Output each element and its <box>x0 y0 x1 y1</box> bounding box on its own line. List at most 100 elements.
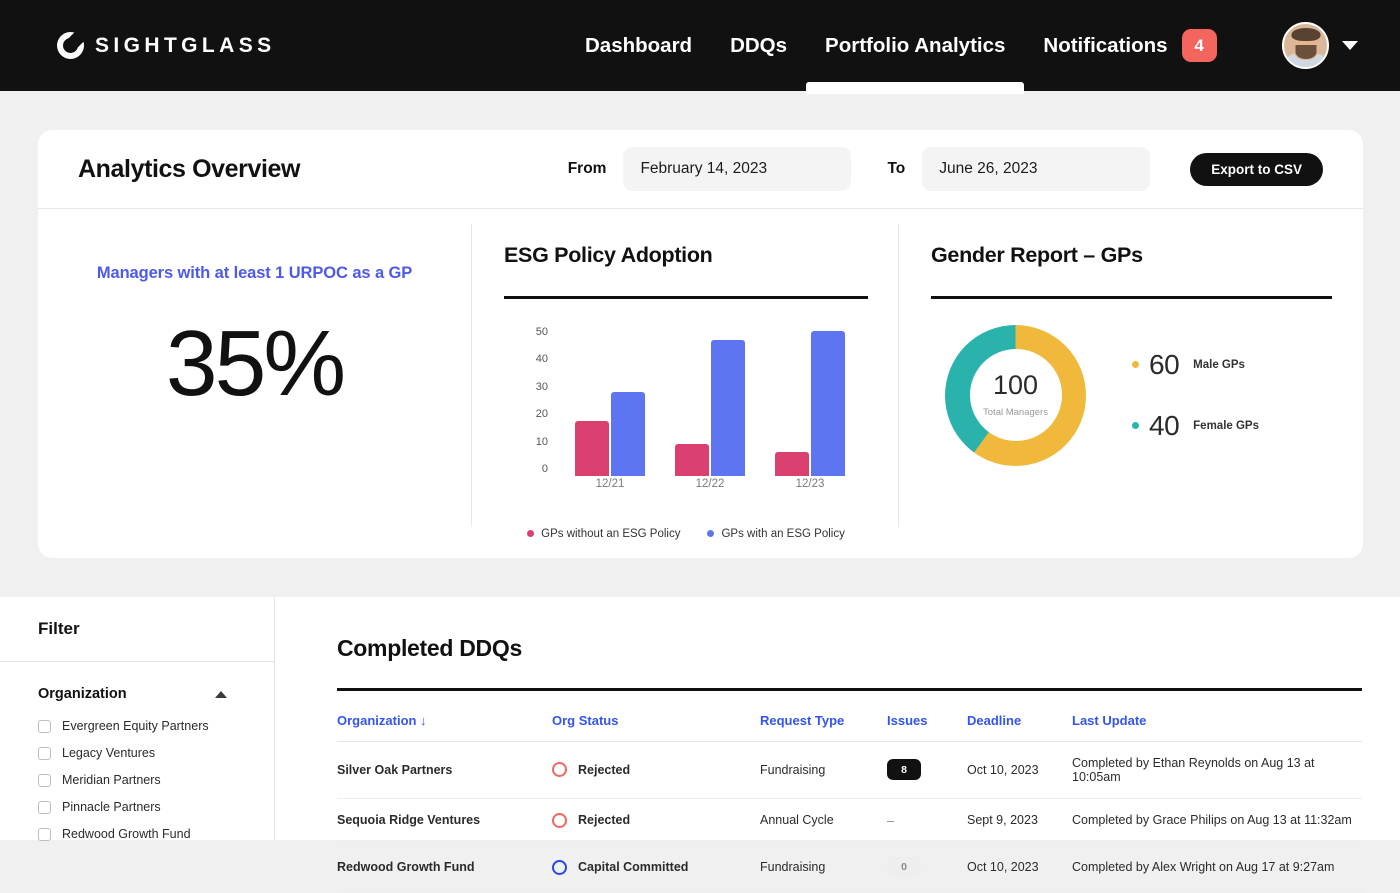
esg-y-axis: 50 40 30 20 10 0 <box>522 326 548 476</box>
bar <box>611 392 645 476</box>
y-tick: 40 <box>522 353 548 365</box>
filter-option-row[interactable]: Meridian Partners <box>38 773 254 787</box>
bar <box>711 340 745 476</box>
filter-option-row[interactable]: Redwood Growth Fund <box>38 827 254 841</box>
filter-sidebar: Filter Organization Evergreen Equity Par… <box>0 597 275 840</box>
x-tick: 12/21 <box>574 478 646 490</box>
legend-item-female: 40 Female GPs <box>1132 412 1259 440</box>
column-header-request-type[interactable]: Request Type <box>760 691 887 742</box>
status-badge: Rejected <box>552 813 760 828</box>
filter-option-label: Meridian Partners <box>62 773 161 787</box>
filter-option-label: Legacy Ventures <box>62 746 155 760</box>
sightglass-aperture-icon <box>57 32 84 59</box>
filter-option-label: Redwood Growth Fund <box>62 827 191 841</box>
user-menu[interactable] <box>1282 0 1358 91</box>
donut-area: 100 Total Managers 60 Male GPs 40 Female… <box>931 325 1332 466</box>
checkbox[interactable] <box>38 801 51 814</box>
legend-label: GPs without an ESG Policy <box>541 528 680 540</box>
filter-option-row[interactable]: Legacy Ventures <box>38 746 254 760</box>
top-navigation-bar: SIGHTGLASS Dashboard DDQs Portfolio Anal… <box>0 0 1400 91</box>
cell-issues: – <box>887 798 967 842</box>
cell-organization: Sequoia Ridge Ventures <box>337 798 552 842</box>
chevron-down-icon[interactable] <box>1342 41 1358 50</box>
checkbox[interactable] <box>38 720 51 733</box>
cell-org-status: Rejected <box>552 741 760 798</box>
donut-total-label: Total Managers <box>983 407 1048 418</box>
cell-org-status: Capital Committed <box>552 842 760 892</box>
status-label: Rejected <box>578 763 630 777</box>
filter-option-label: Pinnacle Partners <box>62 800 161 814</box>
y-tick: 10 <box>522 436 548 448</box>
kpi-label: Managers with at least 1 URPOC as a GP <box>58 264 451 283</box>
organization-section-toggle[interactable]: Organization <box>38 686 254 702</box>
avatar-hair <box>1291 28 1320 41</box>
legend-value: 60 <box>1149 351 1179 379</box>
cell-request-type: Annual Cycle <box>760 798 887 842</box>
nav-item-dashboard[interactable]: Dashboard <box>566 0 711 91</box>
cell-last-update: Completed by Ethan Reynolds on Aug 13 at… <box>1072 741 1362 798</box>
gender-title-rule <box>931 296 1332 299</box>
gender-report-chart: Gender Report – GPs 100 Total Managers 6… <box>899 209 1362 557</box>
chevron-up-icon[interactable] <box>215 691 227 698</box>
y-tick: 50 <box>522 326 548 338</box>
x-tick: 12/23 <box>774 478 846 490</box>
bar <box>811 331 845 475</box>
cell-deadline: Oct 10, 2023 <box>967 842 1072 892</box>
issues-count-badge: 0 <box>887 857 921 878</box>
cell-organization: Redwood Growth Fund <box>337 842 552 892</box>
table-body: Silver Oak PartnersRejectedFundraising8O… <box>337 741 1362 892</box>
cell-request-type: Fundraising <box>760 842 887 892</box>
cell-issues: 8 <box>887 741 967 798</box>
column-header-last-update[interactable]: Last Update <box>1072 691 1362 742</box>
filter-option-row[interactable]: Pinnacle Partners <box>38 800 254 814</box>
column-header-org-status[interactable]: Org Status <box>552 691 760 742</box>
gender-legend: 60 Male GPs 40 Female GPs <box>1132 351 1259 440</box>
y-tick: 20 <box>522 408 548 420</box>
checkbox[interactable] <box>38 828 51 841</box>
completed-ddqs-panel: Completed DDQs Organization ↓ Org Status… <box>275 597 1400 840</box>
status-ring-icon <box>552 860 567 875</box>
y-tick: 0 <box>522 463 548 475</box>
column-header-issues[interactable]: Issues <box>887 691 967 742</box>
completed-ddqs-table: Organization ↓ Org Status Request Type I… <box>337 691 1362 893</box>
bar <box>575 421 609 476</box>
y-tick: 30 <box>522 381 548 393</box>
status-badge: Capital Committed <box>552 860 760 875</box>
donut-center: 100 Total Managers <box>970 349 1062 441</box>
to-date-input[interactable] <box>922 147 1150 191</box>
export-to-csv-button[interactable]: Export to CSV <box>1190 153 1323 186</box>
checkbox[interactable] <box>38 747 51 760</box>
donut-total-value: 100 <box>993 372 1038 399</box>
filter-title: Filter <box>38 619 80 639</box>
table-title: Completed DDQs <box>337 635 1362 662</box>
table-row[interactable]: Sequoia Ridge VenturesRejectedAnnual Cyc… <box>337 798 1362 842</box>
filter-option-row[interactable]: Evergreen Equity Partners <box>38 719 254 733</box>
column-header-organization[interactable]: Organization ↓ <box>337 691 552 742</box>
from-date-input[interactable] <box>623 147 851 191</box>
avatar <box>1282 22 1329 69</box>
filter-header: Filter <box>0 597 274 662</box>
kpi-value: 35% <box>58 317 451 410</box>
table-row[interactable]: Redwood Growth FundCapital CommittedFund… <box>337 842 1362 892</box>
nav-item-notifications[interactable]: Notifications 4 <box>1024 29 1216 62</box>
organization-checkbox-list: Evergreen Equity Partners Legacy Ventures… <box>38 719 254 841</box>
legend-item: GPs with an ESG Policy <box>707 528 844 540</box>
legend-item-male: 60 Male GPs <box>1132 351 1259 379</box>
brand-logo[interactable]: SIGHTGLASS <box>57 32 276 59</box>
cell-last-update: Completed by Grace Philips on Aug 13 at … <box>1072 798 1362 842</box>
filter-section-organization: Organization Evergreen Equity Partners Le… <box>0 662 274 841</box>
issues-empty: – <box>887 813 894 828</box>
cell-last-update: Completed by Alex Wright on Aug 17 at 9:… <box>1072 842 1362 892</box>
esg-title-rule <box>504 296 868 299</box>
legend-label: Male GPs <box>1193 359 1245 371</box>
legend-item: GPs without an ESG Policy <box>527 528 680 540</box>
nav-item-ddqs[interactable]: DDQs <box>711 0 806 91</box>
checkbox[interactable] <box>38 774 51 787</box>
status-ring-icon <box>552 762 567 777</box>
column-header-deadline[interactable]: Deadline <box>967 691 1072 742</box>
nav-item-portfolio-analytics[interactable]: Portfolio Analytics <box>806 0 1024 91</box>
x-tick: 12/22 <box>674 478 746 490</box>
bar-group <box>674 340 746 476</box>
table-row[interactable]: Silver Oak PartnersRejectedFundraising8O… <box>337 741 1362 798</box>
cell-deadline: Sept 9, 2023 <box>967 798 1072 842</box>
